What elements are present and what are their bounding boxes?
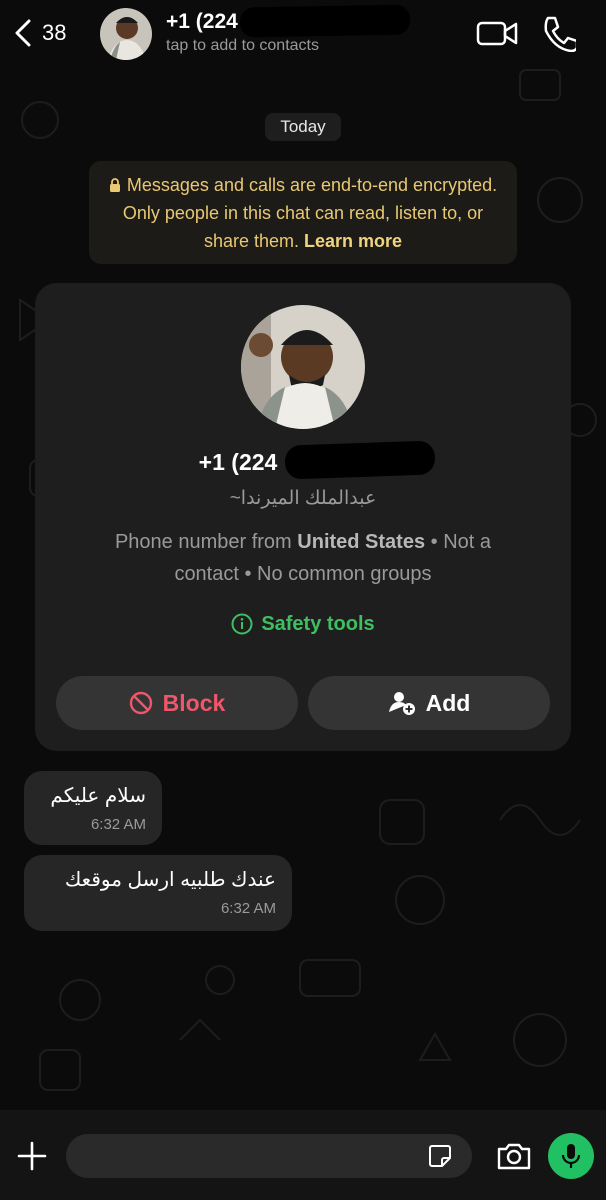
contact-name[interactable]: +1 (224 <box>166 10 238 34</box>
info-circle-icon <box>231 613 253 635</box>
video-call-button[interactable] <box>476 14 518 52</box>
date-separator: Today <box>265 113 341 141</box>
sticker-icon <box>429 1145 451 1167</box>
avatar[interactable] <box>100 8 152 60</box>
block-icon <box>129 691 152 715</box>
info-prefix: Phone number from <box>114 531 292 553</box>
voice-call-button[interactable] <box>540 14 579 53</box>
message-time: 6:32 AM <box>90 816 146 833</box>
composer-bar <box>0 1110 606 1200</box>
attach-button[interactable] <box>16 1140 48 1172</box>
message-text: سلام عليكم <box>50 785 146 807</box>
voice-message-button[interactable] <box>548 1133 594 1179</box>
profile-avatar[interactable] <box>241 305 365 429</box>
incoming-message[interactable]: عندك طلبيه ارسل موقعك 6:32 AM <box>24 855 292 931</box>
unread-count: 38 <box>42 20 67 45</box>
block-label: Block <box>162 689 226 716</box>
plus-icon <box>17 1141 47 1171</box>
add-contact-button[interactable]: Add <box>308 676 550 730</box>
incoming-message[interactable]: سلام عليكم 6:32 AM <box>24 771 162 845</box>
chat-header: 38 +1 (224 tap to add to contacts <box>0 0 606 66</box>
profile-info: Phone number from United States • Not a … <box>85 526 521 590</box>
contact-subtitle[interactable]: tap to add to contacts <box>166 37 319 55</box>
chevron-left-icon <box>15 19 31 47</box>
message-input[interactable] <box>66 1134 472 1178</box>
message-time: 6:32 AM <box>220 900 276 917</box>
lock-icon <box>109 178 120 192</box>
add-person-icon <box>388 692 415 715</box>
sticker-button[interactable] <box>428 1144 452 1168</box>
info-country: United States <box>297 531 426 553</box>
back-button[interactable]: 38 <box>14 14 84 52</box>
safety-tools-link[interactable]: Safety tools <box>35 609 571 639</box>
camera-icon <box>497 1143 531 1170</box>
learn-more-link[interactable]: Learn more <box>304 231 402 251</box>
safety-tools-label: Safety tools <box>261 612 375 635</box>
phone-icon <box>544 16 579 53</box>
contact-profile-card: +1 (224 ~عبدالملك الميرندا Phone number … <box>35 283 571 751</box>
profile-push-name: ~عبدالملك الميرندا <box>229 488 377 509</box>
message-text: عندك طلبيه ارسل موقعك <box>64 869 276 891</box>
add-label: Add <box>425 689 471 716</box>
video-camera-icon <box>476 21 518 46</box>
redaction-mark <box>239 4 411 38</box>
microphone-icon <box>561 1144 581 1168</box>
camera-button[interactable] <box>496 1140 532 1172</box>
encryption-notice[interactable]: Messages and calls are end-to-end encryp… <box>89 161 517 264</box>
redaction-mark <box>284 440 436 480</box>
block-button[interactable]: Block <box>56 676 298 730</box>
